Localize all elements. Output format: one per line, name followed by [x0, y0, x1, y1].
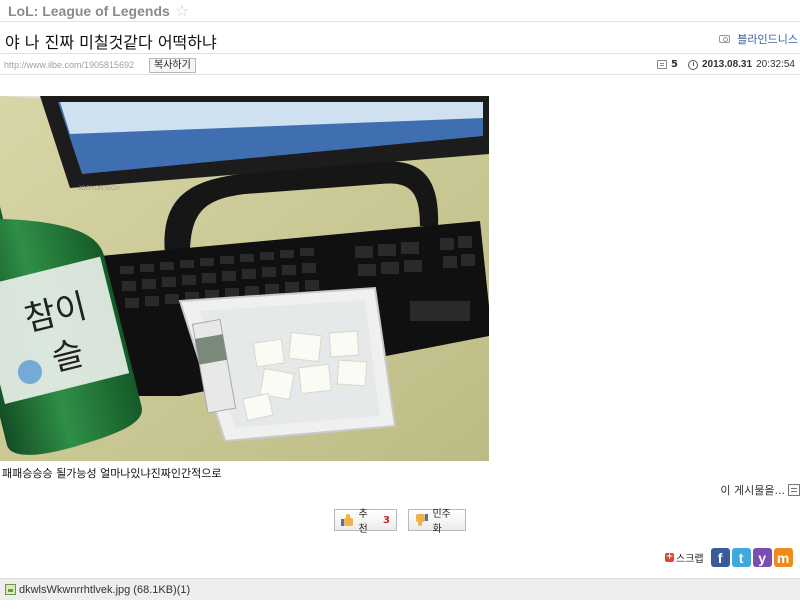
upvote-label: 추천: [358, 509, 369, 535]
downvote-button[interactable]: 민주화: [408, 509, 466, 535]
upvote-count: 3: [383, 514, 390, 526]
attachment-bar: dkwlsWkwnrrhtlvek.jpg (68.1KB)(1): [0, 578, 800, 600]
me2day-icon[interactable]: m: [773, 548, 793, 567]
post-time: 20:32:54: [756, 59, 795, 70]
post-photo: JOOYONTECH 참이 슬: [0, 96, 489, 461]
thumbs-up-icon: [341, 514, 353, 526]
post-url[interactable]: http://www.ilbe.com/1905815692: [4, 60, 134, 70]
comment-icon: [657, 60, 667, 69]
downvote-label: 민주화: [432, 509, 451, 535]
star-icon[interactable]: ☆: [175, 2, 189, 19]
author-name[interactable]: 블라인드니스: [737, 31, 798, 47]
yozm-icon[interactable]: y: [752, 548, 772, 567]
copy-url-button[interactable]: 복사하기: [149, 58, 196, 73]
post-caption: 패패승승승 될가능성 얼마나있냐진짜인간적으로: [2, 467, 222, 480]
more-posts-link[interactable]: 이 게시물을...: [720, 482, 800, 498]
image-file-icon: [5, 584, 16, 595]
post-date: 2013.08.31: [702, 59, 753, 70]
comment-count[interactable]: 5: [657, 59, 678, 70]
post-title-row: 야 나 진짜 미칠것같다 어떡하냐 블라인드니스: [0, 24, 800, 54]
post-meta: http://www.ilbe.com/1905815692 복사하기 5 20…: [0, 57, 800, 75]
post-image[interactable]: JOOYONTECH 참이 슬: [0, 96, 489, 461]
post-title: 야 나 진짜 미칠것같다 어떡하냐: [5, 33, 217, 52]
post-timestamp: 2013.08.31 20:32:54: [688, 59, 795, 70]
board-header: LoL: League of Legends ☆: [0, 0, 800, 22]
more-posts-label[interactable]: 이 게시물을...: [720, 482, 785, 498]
camera-icon: [719, 35, 731, 43]
twitter-icon[interactable]: t: [731, 548, 751, 567]
attachment-link[interactable]: dkwlsWkwnrrhtlvek.jpg (68.1KB)(1): [19, 584, 190, 596]
author[interactable]: 블라인드니스: [719, 31, 798, 47]
plus-icon: +: [665, 552, 674, 562]
comment-count-value: 5: [671, 59, 678, 70]
share-bar: + 스크랩 f t y m: [665, 545, 793, 570]
upvote-button[interactable]: 추천 3: [334, 509, 397, 535]
monitor-brand-text: JOOYONTECH: [78, 186, 120, 192]
facebook-icon[interactable]: f: [710, 548, 730, 567]
thumbs-down-icon: [415, 514, 428, 526]
board-name[interactable]: LoL: League of Legends: [8, 3, 170, 19]
scrap-label: 스크랩: [676, 554, 704, 565]
clock-icon: [688, 59, 698, 70]
list-icon[interactable]: [788, 484, 800, 496]
scrap-button[interactable]: + 스크랩: [665, 550, 704, 565]
